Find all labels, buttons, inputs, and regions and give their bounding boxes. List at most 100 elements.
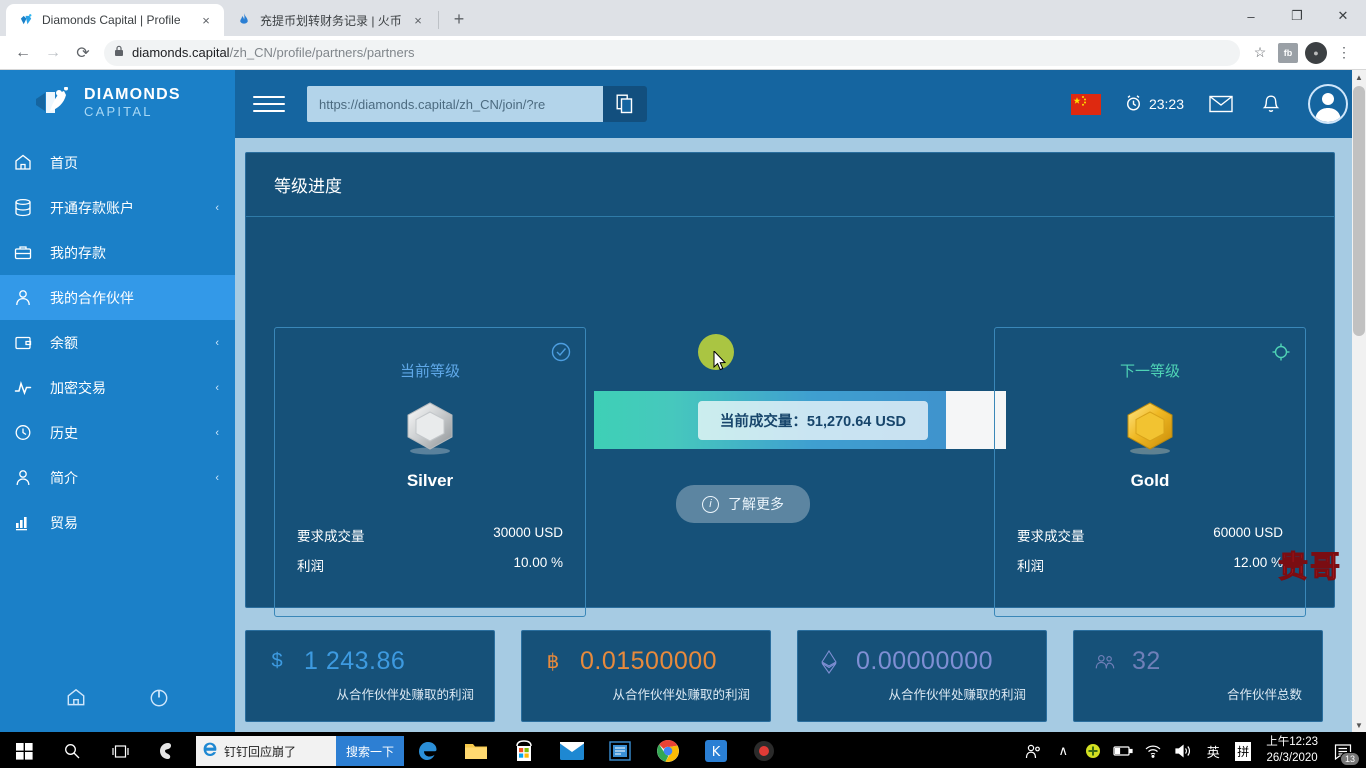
stat-caption-usd: 从合作伙伴处赚取的利润 bbox=[336, 688, 474, 702]
battery-icon[interactable] bbox=[1108, 732, 1138, 768]
home-outline-icon[interactable] bbox=[64, 685, 88, 709]
sidebar-item-open-deposit-account[interactable]: 开通存款账户 ‹ bbox=[0, 185, 235, 230]
edge-icon[interactable] bbox=[404, 732, 452, 768]
next-tier-profit-value: 12.00 % bbox=[1233, 555, 1283, 570]
windows-start-icon[interactable] bbox=[0, 732, 48, 768]
taskbar-time: 上午12:23 bbox=[1266, 736, 1318, 749]
stat-top-eth: 0.00000000 bbox=[818, 647, 1026, 676]
stat-card-usd: $ 1 243.86 从合作伙伴处赚取的利润 bbox=[245, 630, 495, 722]
tab-close-icon-1[interactable]: × bbox=[410, 12, 426, 28]
next-tier-req-value: 60000 USD bbox=[1213, 525, 1283, 540]
minimize-button[interactable]: – bbox=[1228, 0, 1274, 32]
table-row: 利润 10.00 % bbox=[297, 555, 563, 575]
browser-tab-0[interactable]: Diamonds Capital | Profile × bbox=[6, 4, 224, 36]
brand-logo-block[interactable]: DIAMONDS CAPITAL bbox=[0, 70, 235, 138]
current-tier-rows: 要求成交量 30000 USD 利润 10.00 % bbox=[297, 525, 563, 575]
file-explorer-icon[interactable] bbox=[452, 732, 500, 768]
wifi-icon[interactable] bbox=[1138, 732, 1168, 768]
recorder-icon[interactable] bbox=[740, 732, 788, 768]
ime-mode-indicator[interactable]: 拼 bbox=[1228, 732, 1258, 768]
chevron-icon-6: ‹ bbox=[215, 426, 219, 439]
target-circle-icon bbox=[1271, 342, 1291, 362]
referral-link-input[interactable] bbox=[307, 86, 603, 122]
office-icon[interactable] bbox=[596, 732, 644, 768]
eth-icon bbox=[818, 649, 840, 674]
address-bar-url: diamonds.capital/zh_CN/profile/partners/… bbox=[132, 45, 415, 60]
task-view-icon[interactable] bbox=[96, 732, 144, 768]
search-icon[interactable] bbox=[48, 732, 96, 768]
sidebar-item-home[interactable]: 首页 bbox=[0, 140, 235, 185]
chevron-icon-4: ‹ bbox=[215, 336, 219, 349]
sidebar-item-crypto-trading[interactable]: 加密交易 ‹ bbox=[0, 365, 235, 410]
mail-icon[interactable] bbox=[548, 732, 596, 768]
learn-more-button[interactable]: i 了解更多 bbox=[676, 485, 810, 523]
tab-close-icon-0[interactable]: × bbox=[198, 12, 214, 28]
next-tier-card: 下一等级 Gold 要求成交量 60000 USD 利润 12.00 % bbox=[994, 327, 1306, 617]
new-tab-button[interactable]: + bbox=[445, 5, 473, 33]
cn-flag-icon[interactable] bbox=[1070, 93, 1101, 115]
kingsoft-icon[interactable]: K bbox=[692, 732, 740, 768]
security-icon[interactable] bbox=[1078, 732, 1108, 768]
sidebar-item-trade[interactable]: 贸易 bbox=[0, 500, 235, 545]
close-window-button[interactable]: ✕ bbox=[1320, 0, 1366, 32]
taskbar-search-go-button[interactable]: 搜索一下 bbox=[336, 736, 405, 766]
scroll-up-arrow[interactable]: ▲ bbox=[1352, 70, 1366, 84]
reload-button[interactable]: ⟳ bbox=[68, 38, 98, 68]
volume-icon[interactable] bbox=[1168, 732, 1198, 768]
chevron-icon-7: ‹ bbox=[215, 471, 219, 484]
sidebar-item-profile[interactable]: 简介 ‹ bbox=[0, 455, 235, 500]
next-tier-rows: 要求成交量 60000 USD 利润 12.00 % bbox=[1017, 525, 1283, 575]
sidebar-item-balance[interactable]: 余额 ‹ bbox=[0, 320, 235, 365]
learn-more-label: 了解更多 bbox=[728, 496, 784, 512]
window-controls: – ❐ ✕ bbox=[1228, 0, 1366, 32]
sidebar-item-label-8: 贸易 bbox=[50, 514, 78, 531]
people-icon[interactable] bbox=[1018, 732, 1048, 768]
envelope-icon[interactable] bbox=[1208, 91, 1234, 117]
page-scrollbar[interactable]: ▲ ▼ bbox=[1352, 70, 1366, 732]
bell-icon[interactable] bbox=[1258, 91, 1284, 117]
taskbar-search-box[interactable]: 钉钉回应崩了 bbox=[196, 736, 336, 766]
taskbar-search-widget[interactable]: 钉钉回应崩了 搜索一下 bbox=[196, 736, 405, 766]
notification-icon[interactable]: 13 bbox=[1326, 732, 1360, 768]
sidebar-item-history[interactable]: 历史 ‹ bbox=[0, 410, 235, 455]
topbar-right-group: 23:23 bbox=[1070, 84, 1348, 124]
ime-lang-indicator[interactable]: 英 bbox=[1198, 732, 1228, 768]
current-tier-req-label: 要求成交量 bbox=[297, 529, 365, 544]
power-icon[interactable] bbox=[147, 685, 171, 709]
brand-line-2: CAPITAL bbox=[84, 104, 153, 119]
taskbar-clock[interactable]: 上午12:23 26/3/2020 bbox=[1258, 735, 1326, 766]
sidebar-item-my-deposits[interactable]: 我的存款 bbox=[0, 230, 235, 275]
table-row: 要求成交量 60000 USD bbox=[1017, 525, 1283, 545]
diamonds-capital-logo-icon bbox=[34, 86, 74, 121]
maximize-button[interactable]: ❐ bbox=[1274, 0, 1320, 32]
current-tier-req-value: 30000 USD bbox=[493, 525, 563, 540]
copy-icon[interactable] bbox=[603, 86, 647, 122]
chrome-icon[interactable] bbox=[644, 732, 692, 768]
swirl-icon[interactable] bbox=[144, 732, 192, 768]
user-icon bbox=[10, 287, 36, 309]
address-bar[interactable]: diamonds.capital/zh_CN/profile/partners/… bbox=[104, 39, 1240, 66]
stat-card-eth: 0.00000000 从合作伙伴处赚取的利润 bbox=[797, 630, 1047, 722]
scrollbar-thumb[interactable] bbox=[1353, 86, 1365, 336]
current-volume-label: 当前成交量：51,270.64 USD bbox=[697, 400, 928, 440]
bookmark-star-icon[interactable]: ☆ bbox=[1246, 39, 1274, 67]
forward-button[interactable]: → bbox=[38, 38, 68, 68]
sidebar-item-my-partners[interactable]: 我的合作伙伴 bbox=[0, 275, 235, 320]
next-tier-kicker: 下一等级 bbox=[1119, 363, 1180, 380]
store-icon[interactable] bbox=[500, 732, 548, 768]
browser-menu-button[interactable]: ⋮ bbox=[1330, 39, 1358, 67]
extension-icon[interactable]: fb bbox=[1274, 39, 1302, 67]
diamonds-logo-icon bbox=[18, 12, 34, 28]
system-tray: ∧ 英 拼 上午12:23 26/3/2020 13 bbox=[1018, 732, 1366, 768]
user-avatar-icon[interactable] bbox=[1308, 84, 1348, 124]
browser-tab-1[interactable]: 充提币划转财务记录 | 火币全球站 × bbox=[224, 4, 436, 36]
next-tier-req-label: 要求成交量 bbox=[1017, 529, 1085, 544]
browser-tab-title-0: Diamonds Capital | Profile bbox=[42, 13, 181, 27]
current-tier-profit-label: 利润 bbox=[297, 559, 324, 574]
hamburger-icon[interactable] bbox=[253, 91, 285, 117]
back-button[interactable]: ← bbox=[8, 38, 38, 68]
browser-toolbar: ← → ⟳ diamonds.capital/zh_CN/profile/par… bbox=[0, 36, 1366, 70]
scroll-down-arrow[interactable]: ▼ bbox=[1352, 718, 1366, 732]
chevron-up-icon[interactable]: ∧ bbox=[1048, 732, 1078, 768]
browser-profile-avatar[interactable]: ● bbox=[1302, 39, 1330, 67]
